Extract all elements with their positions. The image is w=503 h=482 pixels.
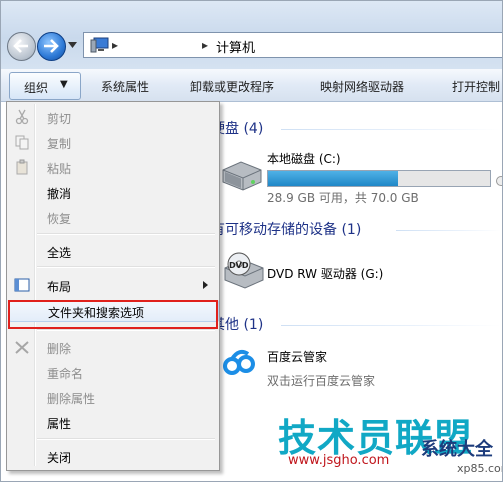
submenu-arrow-icon	[203, 281, 208, 289]
back-arrow-icon	[13, 39, 28, 53]
menu-item-rename[interactable]: 重命名	[9, 361, 217, 383]
drive-capacity-c: 28.9 GB 可用，共 70.0 GB	[267, 191, 419, 205]
item-description-baidu-cloud: 双击运行百度云管家	[267, 374, 376, 388]
open-control-panel-button[interactable]: 打开控制	[452, 78, 500, 95]
menu-item-layout[interactable]: 布局	[9, 274, 217, 296]
menu-label: 粘贴	[47, 162, 72, 176]
drive-name-c: 本地磁盘 (C:)	[267, 152, 341, 166]
delete-icon	[15, 341, 29, 354]
breadcrumb-location[interactable]: 计算机	[216, 37, 255, 56]
recent-pages-dropdown-icon[interactable]	[68, 42, 77, 48]
menu-item-delete[interactable]: 删除	[9, 336, 217, 358]
menu-label: 布局	[47, 280, 72, 294]
organize-menu[interactable]: 剪切 复制 粘贴 撤消 恢复 全选 布局 文件夹和搜索选项 删除 重命名 删除属…	[6, 101, 220, 471]
watermark-tiny: xp85.com	[457, 462, 502, 475]
menu-label: 重命名	[47, 367, 84, 381]
menu-label: 复制	[47, 137, 72, 151]
disk-usage-fill	[268, 171, 398, 186]
back-button[interactable]	[7, 32, 36, 61]
resize-handle[interactable]	[496, 176, 502, 186]
menu-item-properties[interactable]: 属性	[9, 411, 217, 433]
menu-item-undo[interactable]: 撤消	[9, 181, 217, 203]
menu-label: 删除属性	[47, 392, 96, 406]
menu-label: 全选	[47, 246, 72, 260]
menu-label: 关闭	[47, 451, 72, 465]
menu-label: 恢复	[47, 212, 72, 226]
menu-separator	[37, 233, 215, 235]
chevron-down-icon: ▼	[60, 79, 68, 90]
watermark-side: 系统大全	[421, 439, 493, 460]
menu-item-redo[interactable]: 恢复	[9, 206, 217, 228]
menu-item-select-all[interactable]: 全选	[9, 240, 217, 262]
copy-icon	[15, 135, 29, 150]
group-divider	[281, 325, 501, 326]
menu-separator	[37, 329, 215, 331]
breadcrumb-separator[interactable]: ▸	[202, 38, 208, 52]
map-network-drive-button[interactable]: 映射网络驱动器	[320, 78, 404, 95]
baidu-cloud-icon	[220, 343, 258, 381]
item-name-baidu-cloud: 百度云管家	[267, 350, 328, 364]
annotation-highlight-box	[8, 300, 218, 329]
breadcrumb-separator[interactable]: ▸	[112, 38, 118, 52]
group-divider	[396, 230, 501, 231]
computer-icon	[90, 37, 109, 53]
menu-separator	[37, 438, 215, 440]
forward-button[interactable]	[37, 32, 66, 61]
menu-label: 属性	[47, 417, 72, 431]
watermark-url: www.jsgho.com	[288, 453, 390, 468]
menu-label: 删除	[47, 342, 72, 356]
paste-icon	[16, 159, 28, 175]
explorer-window: ▸ ▸ 计算机 组织 ▼ 系统属性 卸载或更改程序 映射网络驱动器 打开控制 硬…	[0, 0, 503, 482]
layout-icon	[14, 278, 30, 292]
menu-separator	[37, 266, 215, 268]
organize-label: 组织	[24, 81, 49, 95]
address-box[interactable]: ▸ ▸ 计算机	[83, 32, 502, 58]
menu-item-remove-properties[interactable]: 删除属性	[9, 386, 217, 408]
svg-text:DVD: DVD	[229, 261, 249, 270]
forward-arrow-icon	[44, 39, 59, 53]
hard-disk-icon	[222, 161, 262, 191]
group-header-removable[interactable]: 有可移动存储的设备 (1)	[211, 219, 361, 239]
scissors-icon	[15, 109, 29, 125]
menu-label: 剪切	[47, 112, 72, 126]
organize-button[interactable]: 组织 ▼	[9, 72, 81, 100]
menu-label: 撤消	[47, 187, 72, 201]
menu-item-copy[interactable]: 复制	[9, 131, 217, 153]
navigation-bar: ▸ ▸ 计算机	[1, 1, 502, 69]
group-divider	[281, 129, 501, 130]
menu-item-close[interactable]: 关闭	[9, 445, 217, 467]
disk-usage-bar	[267, 170, 491, 187]
menu-item-cut[interactable]: 剪切	[9, 106, 217, 128]
menu-item-paste[interactable]: 粘贴	[9, 156, 217, 178]
system-properties-button[interactable]: 系统属性	[101, 78, 149, 95]
drive-name-dvd: DVD RW 驱动器 (G:)	[267, 267, 384, 281]
uninstall-program-button[interactable]: 卸载或更改程序	[190, 78, 274, 95]
dvd-drive-icon: DVD	[224, 252, 264, 289]
